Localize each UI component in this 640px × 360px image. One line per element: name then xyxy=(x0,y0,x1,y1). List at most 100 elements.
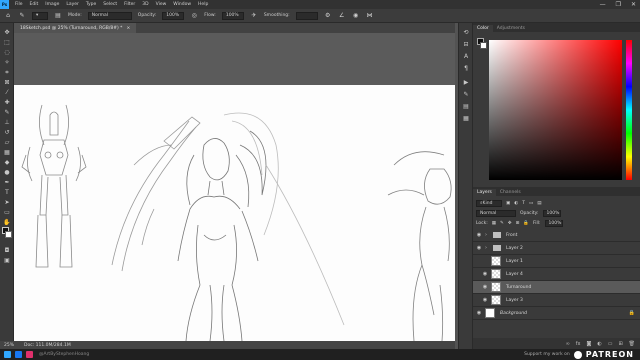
type-tool-icon[interactable]: T xyxy=(3,189,11,197)
rectangle-tool-icon[interactable]: ▭ xyxy=(3,209,11,217)
filter-adjustment-icon[interactable]: ◐ xyxy=(514,201,518,206)
gradient-tool-icon[interactable]: ▦ xyxy=(3,149,11,157)
filter-pixel-icon[interactable]: ▣ xyxy=(506,201,510,206)
character-icon[interactable]: A xyxy=(462,53,470,61)
tab-color[interactable]: Color xyxy=(473,25,493,32)
brush-settings-icon[interactable]: ▤ xyxy=(54,12,62,20)
menu-3d[interactable]: 3D xyxy=(142,2,148,7)
hand-tool-icon[interactable]: ✋ xyxy=(3,219,11,227)
kind-filter-select[interactable]: ⌕ Kind xyxy=(476,199,502,207)
chevron-right-icon[interactable]: › xyxy=(485,245,491,251)
layer-row-selected[interactable]: ◉ Turnaround xyxy=(473,281,640,294)
menu-help[interactable]: Help xyxy=(198,2,208,7)
lock-position-icon[interactable]: ✥ xyxy=(508,221,512,226)
actions-icon[interactable]: ▶ xyxy=(462,79,470,87)
color-panel-background-swatch[interactable] xyxy=(480,42,487,49)
history-icon[interactable]: ⟲ xyxy=(462,29,470,37)
history-brush-icon[interactable]: ↺ xyxy=(3,129,11,137)
lasso-tool-icon[interactable]: ◌ xyxy=(3,49,11,57)
document-tab[interactable]: 18Sketch.psd @ 25% (Turnaround, RGB/8#) … xyxy=(14,23,137,33)
layer-opacity-field[interactable]: 100% xyxy=(542,209,561,217)
menu-select[interactable]: Select xyxy=(103,2,117,7)
menu-file[interactable]: File xyxy=(15,2,23,7)
pressure-size-icon[interactable]: ◉ xyxy=(352,12,360,20)
color-picker-field[interactable] xyxy=(489,40,622,180)
pressure-opacity-icon[interactable]: ◎ xyxy=(190,12,198,20)
quick-select-tool-icon[interactable]: ✧ xyxy=(3,59,11,67)
move-tool-icon[interactable]: ✥ xyxy=(3,29,11,37)
crop-tool-icon[interactable]: ⌗ xyxy=(3,69,11,77)
paragraph-icon[interactable]: ¶ xyxy=(462,65,470,73)
eraser-tool-icon[interactable]: ▱ xyxy=(3,139,11,147)
brush-preset-picker[interactable]: ▾ xyxy=(32,11,48,20)
chevron-right-icon[interactable]: › xyxy=(485,232,491,238)
smoothing-field[interactable] xyxy=(295,11,318,20)
link-icon[interactable]: ∞ xyxy=(566,341,570,347)
instagram-icon[interactable] xyxy=(26,351,33,358)
properties-icon[interactable]: ⊟ xyxy=(462,41,470,49)
background-color-swatch[interactable] xyxy=(5,231,12,238)
filter-type-icon[interactable]: T xyxy=(522,201,525,206)
tab-channels[interactable]: Channels xyxy=(496,189,525,196)
frame-tool-icon[interactable]: ⊠ xyxy=(3,79,11,87)
filter-smart-icon[interactable]: ▤ xyxy=(537,201,541,206)
dodge-tool-icon[interactable]: ● xyxy=(3,169,11,177)
hue-slider[interactable] xyxy=(626,40,632,180)
facebook-icon[interactable] xyxy=(15,351,22,358)
fx-icon[interactable]: fx xyxy=(576,341,581,347)
healing-brush-icon[interactable]: ✚ xyxy=(3,99,11,107)
canvas-area[interactable] xyxy=(14,33,455,341)
visibility-eye-icon[interactable]: ◉ xyxy=(479,271,491,277)
layer-row[interactable]: ◉ › Front xyxy=(473,229,640,242)
path-select-icon[interactable]: ➤ xyxy=(3,199,11,207)
flow-field[interactable]: 100% xyxy=(221,11,244,20)
visibility-eye-icon[interactable]: ◉ xyxy=(479,284,491,290)
layer-row[interactable]: ◉ Layer 3 xyxy=(473,294,640,307)
zoom-level[interactable]: 25% xyxy=(4,343,14,348)
quick-mask-icon[interactable]: ◘ xyxy=(3,247,11,255)
brushes-icon[interactable]: ✎ xyxy=(462,91,470,99)
visibility-eye-icon[interactable]: ◉ xyxy=(473,310,485,316)
angle-icon[interactable]: ∠ xyxy=(338,12,346,20)
pen-tool-icon[interactable]: ✒ xyxy=(3,179,11,187)
menu-window[interactable]: Window xyxy=(173,2,191,7)
blend-mode-select[interactable]: Normal xyxy=(476,209,516,217)
photoshop-app-icon[interactable] xyxy=(4,351,11,358)
menu-filter[interactable]: Filter xyxy=(124,2,135,7)
layer-row[interactable]: ◉ Background 🔒 xyxy=(473,307,640,320)
gear-icon[interactable]: ⚙ xyxy=(324,12,332,20)
new-group-icon[interactable]: ▭ xyxy=(608,341,613,347)
symmetry-icon[interactable]: ⋈ xyxy=(366,12,374,20)
tab-adjustments[interactable]: Adjustments xyxy=(493,25,529,32)
layer-row[interactable]: ◉ Layer 4 xyxy=(473,268,640,281)
opacity-field[interactable]: 100% xyxy=(162,11,185,20)
layer-row[interactable]: Layer 1 xyxy=(473,255,640,268)
minimize-button[interactable]: — xyxy=(600,1,606,8)
clone-stamp-icon[interactable]: ⊥ xyxy=(3,119,11,127)
screen-mode-icon[interactable]: ▣ xyxy=(3,257,11,265)
brush-settings-panel-icon[interactable]: ▤ xyxy=(462,103,470,111)
blur-tool-icon[interactable]: ◆ xyxy=(3,159,11,167)
brush-tool-icon[interactable]: ✎ xyxy=(3,109,11,117)
lock-all-icon[interactable]: 🔒 xyxy=(523,221,529,226)
close-tab-icon[interactable]: × xyxy=(126,26,130,31)
trash-icon[interactable]: 🗑 xyxy=(629,341,635,347)
filter-shape-icon[interactable]: ▭ xyxy=(529,201,533,206)
lock-paint-icon[interactable]: ✎ xyxy=(500,221,504,226)
lock-artboard-icon[interactable]: ⊞ xyxy=(516,221,520,226)
brush-tool-icon[interactable]: ✎ xyxy=(18,12,26,20)
menu-type[interactable]: Type xyxy=(86,2,96,7)
adjustment-icon[interactable]: ◐ xyxy=(597,341,601,347)
mode-select[interactable]: Normal xyxy=(87,11,132,20)
mask-icon[interactable]: ◙ xyxy=(586,341,591,347)
swatches-icon[interactable]: ▦ xyxy=(462,115,470,123)
fill-field[interactable]: 100% xyxy=(544,219,563,227)
menu-edit[interactable]: Edit xyxy=(30,2,39,7)
home-icon[interactable]: ⌂ xyxy=(4,12,12,20)
document-canvas[interactable] xyxy=(14,85,455,341)
eyedropper-tool-icon[interactable]: ⁄ xyxy=(3,89,11,97)
layer-row[interactable]: ◉ › Layer 2 xyxy=(473,242,640,255)
menu-view[interactable]: View xyxy=(156,2,167,7)
restore-button[interactable]: ❐ xyxy=(616,1,621,8)
visibility-eye-icon[interactable]: ◉ xyxy=(479,297,491,303)
